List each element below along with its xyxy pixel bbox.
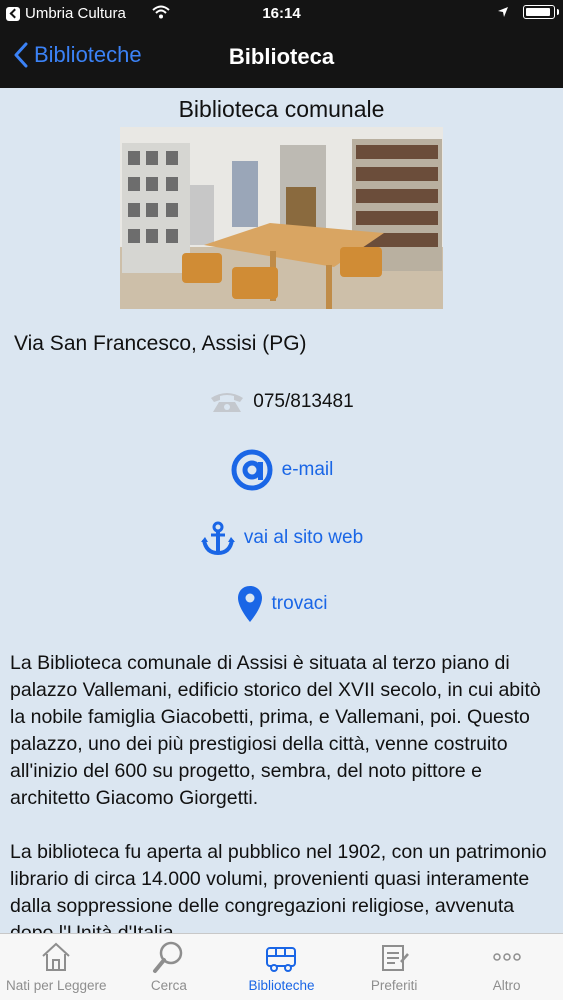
map-label: trovaci	[271, 593, 328, 614]
bus-icon	[266, 947, 297, 972]
more-icon	[492, 953, 521, 961]
tab-bar: Nati per Leggere Cerca Biblioteche Prefe…	[0, 933, 563, 1000]
location-arrow-icon	[498, 7, 508, 17]
status-bar: Umbria Cultura 16:14	[0, 0, 563, 28]
notepad-icon	[382, 945, 410, 971]
clock: 16:14	[262, 5, 301, 22]
tab-cerca[interactable]: Cerca	[113, 934, 226, 1000]
tab-label: Cerca	[150, 978, 187, 993]
email-label: e-mail	[281, 459, 334, 480]
tab-preferiti[interactable]: Preferiti	[338, 934, 451, 1000]
library-description: La Biblioteca comunale di Assisi è situa…	[10, 650, 550, 934]
tab-label: Altro	[492, 978, 521, 993]
tab-nati-per-leggere[interactable]: Nati per Leggere	[0, 934, 113, 1000]
tab-biblioteche[interactable]: Biblioteche	[225, 934, 338, 1000]
phone-icon	[211, 393, 244, 412]
map-link[interactable]: trovaci	[0, 584, 563, 624]
map-pin-icon	[237, 586, 262, 622]
search-icon	[152, 941, 183, 973]
house-icon	[42, 942, 70, 971]
tab-label: Preferiti	[370, 978, 418, 993]
phone-number: 075/813481	[253, 391, 354, 412]
page-title: Biblioteca	[228, 44, 335, 69]
tab-label: Biblioteche	[248, 978, 315, 993]
email-link[interactable]: e-mail	[0, 448, 563, 492]
navigation-bar: Biblioteche Biblioteca	[0, 28, 563, 88]
at-sign-icon	[231, 449, 273, 491]
library-detail[interactable]: Biblioteca comunale Via San Francesco, A…	[0, 88, 563, 934]
library-address: Via San Francesco, Assisi (PG)	[14, 332, 307, 355]
description-paragraph: La Biblioteca comunale di Assisi è situa…	[10, 652, 541, 809]
description-paragraph: La biblioteca fu aperta al pubblico nel …	[10, 841, 547, 934]
anchor-icon	[200, 521, 235, 556]
battery-icon	[523, 5, 559, 19]
top-bar: Umbria Cultura 16:14 Biblioteche Bibliot…	[0, 0, 563, 88]
phone-row[interactable]: 075/813481	[0, 390, 563, 414]
tab-label: Nati per Leggere	[6, 978, 107, 993]
website-link[interactable]: vai al sito web	[0, 520, 563, 556]
library-name: Biblioteca comunale	[178, 96, 385, 122]
tab-altro[interactable]: Altro	[450, 934, 563, 1000]
library-photo	[120, 127, 443, 309]
website-label: vai al sito web	[243, 527, 364, 548]
